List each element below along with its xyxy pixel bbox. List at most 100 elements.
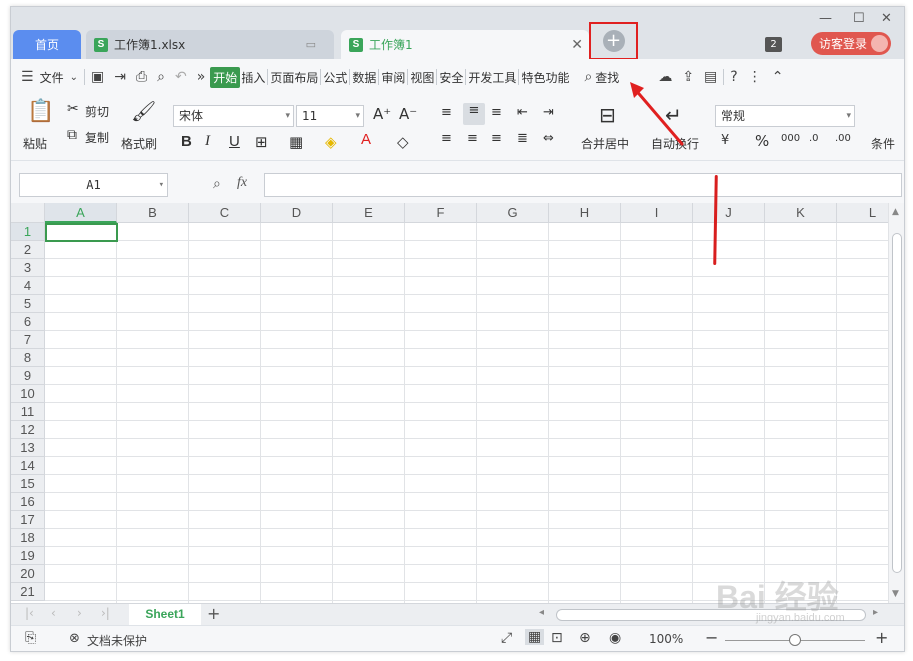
indent-increase-icon[interactable]: ⇥ xyxy=(543,105,554,120)
formula-input[interactable] xyxy=(264,173,902,197)
indent-decrease-icon[interactable]: ⇤ xyxy=(517,105,528,120)
row-header[interactable]: 11 xyxy=(11,403,45,421)
align-top-icon[interactable]: ≡ xyxy=(441,105,452,120)
normal-view-icon[interactable]: ▦ xyxy=(525,629,545,645)
zoom-level[interactable]: 100% xyxy=(649,632,683,646)
menu-formulas[interactable]: 公式 xyxy=(322,69,348,86)
wrap-text-button[interactable]: 自动换行 xyxy=(651,135,699,152)
more-arrows-icon[interactable]: » xyxy=(197,69,206,85)
sheet-tab-sheet1[interactable]: Sheet1 xyxy=(129,604,201,625)
minimize-button[interactable]: — xyxy=(819,11,832,26)
save-icon[interactable]: ▣ xyxy=(91,69,104,85)
column-header[interactable]: F xyxy=(405,203,477,223)
file-menu[interactable]: 文件 xyxy=(39,69,65,86)
row-header[interactable]: 2 xyxy=(11,241,45,259)
menu-data[interactable]: 数据 xyxy=(351,69,377,86)
export-icon[interactable]: ⇥ xyxy=(114,69,126,85)
eye-protection-icon[interactable]: ◉ xyxy=(609,630,621,646)
copy-icon[interactable]: ⧉ xyxy=(67,127,77,143)
column-header[interactable]: D xyxy=(261,203,333,223)
tab-home[interactable]: 首页 xyxy=(13,30,81,59)
column-header[interactable]: B xyxy=(117,203,189,223)
vertical-scrollbar[interactable]: ▲ ▼ xyxy=(888,203,904,603)
first-sheet-icon[interactable]: |‹ xyxy=(25,606,34,620)
next-sheet-icon[interactable]: › xyxy=(77,606,82,620)
border-icon[interactable]: ⊞ xyxy=(255,133,268,151)
row-header[interactable]: 5 xyxy=(11,295,45,313)
menu-start[interactable]: 开始 xyxy=(210,66,241,88)
increase-font-icon[interactable]: A⁺ xyxy=(373,105,391,123)
row-header[interactable]: 12 xyxy=(11,421,45,439)
add-sheet-button[interactable]: + xyxy=(207,604,220,623)
row-header[interactable]: 13 xyxy=(11,439,45,457)
name-box[interactable]: A1 xyxy=(19,173,168,197)
column-header[interactable]: H xyxy=(549,203,621,223)
align-bottom-icon[interactable]: ≡ xyxy=(491,105,502,120)
scroll-down-icon[interactable]: ▼ xyxy=(892,589,899,599)
row-header[interactable]: 10 xyxy=(11,385,45,403)
thousands-button[interactable]: 000 xyxy=(781,133,800,144)
hamburger-menu-icon[interactable]: ☰ xyxy=(21,69,34,85)
align-right-icon[interactable]: ≡ xyxy=(491,131,502,146)
font-name-select[interactable]: 宋体 xyxy=(173,105,294,127)
close-tab-icon[interactable]: ✕ xyxy=(571,37,583,53)
paste-button[interactable]: 粘贴 xyxy=(23,135,47,152)
cloud-icon[interactable]: ☁ xyxy=(658,69,672,85)
row-header[interactable]: 21 xyxy=(11,583,45,601)
new-tab-button[interactable]: + xyxy=(602,30,625,52)
row-header[interactable]: 8 xyxy=(11,349,45,367)
row-header[interactable]: 19 xyxy=(11,547,45,565)
row-header[interactable]: 20 xyxy=(11,565,45,583)
column-header[interactable]: G xyxy=(477,203,549,223)
menu-page-layout[interactable]: 页面布局 xyxy=(269,69,319,86)
percent-button[interactable]: % xyxy=(755,132,769,150)
vertical-scroll-thumb[interactable] xyxy=(892,233,902,573)
scroll-left-icon[interactable]: ◂ xyxy=(539,607,544,618)
print-preview-icon[interactable]: ⌕ xyxy=(157,69,165,85)
login-button[interactable]: 访客登录 xyxy=(811,32,891,55)
page-break-view-icon[interactable]: ⊡ xyxy=(551,630,563,646)
format-painter-button[interactable]: 格式刷 xyxy=(121,135,157,152)
justify-icon[interactable]: ≣ xyxy=(517,131,528,146)
cell-style-icon[interactable]: ▦ xyxy=(289,133,303,151)
row-header[interactable]: 18 xyxy=(11,529,45,547)
protect-status[interactable]: 文档未保护 xyxy=(87,632,147,649)
fullscreen-icon[interactable]: ⤢ xyxy=(501,630,512,646)
menu-developer[interactable]: 开发工具 xyxy=(467,69,517,86)
chevron-down-icon[interactable]: ⌄ xyxy=(70,72,78,83)
cut-button[interactable]: 剪切 xyxy=(85,103,109,120)
row-header[interactable]: 3 xyxy=(11,259,45,277)
number-format-select[interactable]: 常规 xyxy=(715,105,855,127)
comment-icon[interactable]: ▤ xyxy=(704,69,717,85)
scroll-up-icon[interactable]: ▲ xyxy=(892,207,899,217)
collapse-ribbon-icon[interactable]: ⌃ xyxy=(772,69,784,85)
row-header[interactable]: 4 xyxy=(11,277,45,295)
wrap-text-icon[interactable]: ↵ xyxy=(665,103,682,127)
undo-icon[interactable]: ↶ xyxy=(175,69,187,85)
font-size-select[interactable]: 11 xyxy=(296,105,364,127)
prev-sheet-icon[interactable]: ‹ xyxy=(51,606,56,620)
column-header[interactable]: E xyxy=(333,203,405,223)
italic-button[interactable]: I xyxy=(205,133,210,150)
row-header[interactable]: 14 xyxy=(11,457,45,475)
font-color-icon[interactable]: A xyxy=(361,131,371,148)
zoom-out-button[interactable]: − xyxy=(705,628,718,647)
tab-workbook1-xlsx[interactable]: S 工作簿1.xlsx ▭ xyxy=(86,30,334,59)
reading-mode-icon[interactable]: ⊕ xyxy=(579,630,591,646)
decrease-decimal-icon[interactable]: .00 xyxy=(835,133,851,144)
print-icon[interactable]: ⎙ xyxy=(136,69,147,85)
distribute-icon[interactable]: ⇔ xyxy=(543,131,554,146)
currency-icon[interactable]: ¥ xyxy=(721,133,729,148)
close-window-button[interactable]: ✕ xyxy=(881,11,892,26)
row-header[interactable]: 9 xyxy=(11,367,45,385)
restore-button[interactable]: ☐ xyxy=(853,11,865,26)
column-header[interactable]: I xyxy=(621,203,693,223)
row-header[interactable]: 16 xyxy=(11,493,45,511)
tab-workbook1[interactable]: S 工作簿1 ✕ xyxy=(341,30,589,59)
format-painter-icon[interactable]: 🖌 xyxy=(131,99,156,123)
cut-icon[interactable]: ✂ xyxy=(67,101,79,117)
search-icon[interactable]: ⌕ xyxy=(584,69,592,85)
column-header[interactable]: J xyxy=(693,203,765,223)
fill-color-icon[interactable]: ◈ xyxy=(325,133,337,151)
conditional-format-button[interactable]: 条件 xyxy=(871,135,895,152)
